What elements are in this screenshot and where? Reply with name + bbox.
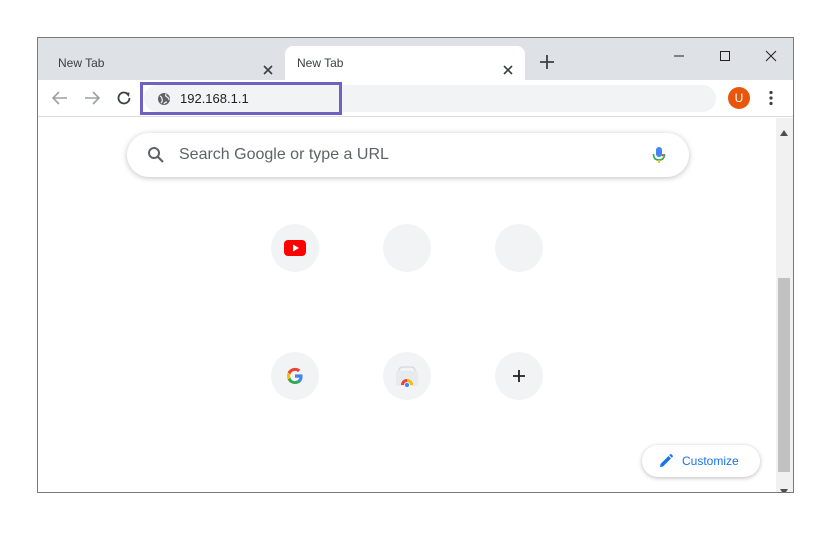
new-tab-page: Search Google or type a URL Customize xyxy=(38,118,776,492)
scroll-up-arrow-icon[interactable] xyxy=(780,123,788,136)
tab-active[interactable]: New Tab xyxy=(285,46,525,80)
pencil-icon xyxy=(658,453,674,469)
maximize-icon[interactable] xyxy=(702,42,748,70)
reload-icon[interactable] xyxy=(115,89,133,107)
kebab-menu-icon[interactable] xyxy=(762,89,780,107)
forward-arrow-icon[interactable] xyxy=(83,89,101,107)
search-placeholder: Search Google or type a URL xyxy=(179,146,389,163)
search-icon xyxy=(147,146,165,164)
close-tab-icon[interactable] xyxy=(261,56,275,75)
chrome-web-store-icon xyxy=(396,366,418,387)
shortcut-chrome-web-store[interactable] xyxy=(383,352,431,400)
close-tab-icon[interactable] xyxy=(501,56,515,75)
google-g-icon xyxy=(287,367,303,384)
customize-label: Customize xyxy=(682,454,739,468)
vertical-scrollbar[interactable] xyxy=(776,118,793,492)
scroll-down-arrow-icon[interactable] xyxy=(780,482,788,492)
youtube-icon xyxy=(284,240,306,256)
plus-icon xyxy=(513,370,525,382)
tab-inactive[interactable]: New Tab xyxy=(38,46,285,80)
shortcut-blank[interactable] xyxy=(383,224,431,272)
title-bar: New Tab New Tab xyxy=(38,38,793,80)
search-box[interactable]: Search Google or type a URL xyxy=(127,133,689,177)
shortcut-blank[interactable] xyxy=(495,224,543,272)
browser-window: New Tab New Tab 192.168.1.1 U Search Goo… xyxy=(37,37,794,493)
new-tab-plus-icon[interactable] xyxy=(538,53,556,71)
microphone-icon[interactable] xyxy=(649,145,669,165)
minimize-icon[interactable] xyxy=(656,42,702,70)
tab-label: New Tab xyxy=(297,56,344,70)
shortcut-youtube[interactable] xyxy=(271,224,319,272)
add-shortcut-button[interactable] xyxy=(495,352,543,400)
customize-button[interactable]: Customize xyxy=(642,445,760,477)
profile-avatar[interactable]: U xyxy=(728,87,750,109)
toolbar: 192.168.1.1 U xyxy=(38,80,793,117)
back-arrow-icon[interactable] xyxy=(51,89,69,107)
tab-label: New Tab xyxy=(58,56,105,70)
shortcut-google[interactable] xyxy=(271,352,319,400)
scrollbar-thumb[interactable] xyxy=(778,278,790,472)
address-highlight-box xyxy=(140,82,342,115)
window-close-icon[interactable] xyxy=(748,42,793,70)
